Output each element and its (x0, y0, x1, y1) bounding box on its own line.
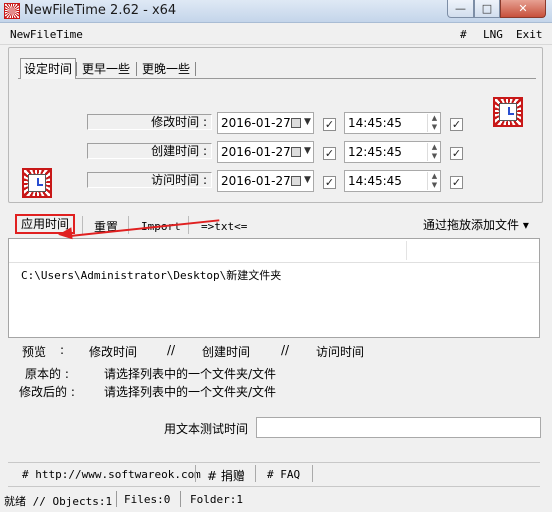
toolbar-separator (128, 216, 129, 234)
accessed-time-checkbox[interactable]: ✓ (450, 176, 463, 189)
clock-icon-right[interactable] (493, 97, 523, 127)
time-spinner[interactable]: ▲ ▼ (427, 114, 441, 132)
original-value: 请选择列表中的一个文件夹/文件 (104, 367, 277, 381)
original-label: 原本的 : (25, 367, 69, 381)
close-button[interactable]: ✕ (500, 0, 546, 18)
text-test-label: 用文本测试时间 (164, 422, 249, 436)
tab-separator (195, 62, 196, 76)
modified-date-checkbox[interactable]: ✓ (323, 118, 336, 131)
accessed-date-value: 2016-01-27 (221, 174, 291, 188)
faq-link[interactable]: # FAQ (267, 468, 300, 481)
created-time-label: 创建时间 : (87, 143, 212, 159)
link-separator (312, 465, 313, 482)
modified-date-value: 2016-01-27 (221, 116, 291, 130)
minimize-button[interactable]: — (447, 0, 474, 18)
clock-hand (508, 113, 514, 115)
menu-hash[interactable]: # (460, 28, 467, 41)
status-files: Files:0 (124, 493, 171, 506)
modified-preview-label: 修改后的 : (19, 385, 75, 399)
clock-hand (37, 184, 43, 186)
created-date-picker[interactable]: 2016-01-27 ▼ (217, 141, 314, 163)
list-header (9, 239, 539, 263)
accessed-date-checkbox[interactable]: ✓ (323, 176, 336, 189)
tab-earlier[interactable]: 更早一些 (79, 60, 133, 78)
calendar-icon[interactable] (291, 118, 301, 128)
accessed-time-label: 访问时间 : (87, 172, 212, 188)
time-spinner[interactable]: ▲ ▼ (427, 143, 441, 161)
text-test-input[interactable] (256, 417, 541, 438)
list-item[interactable]: C:\Users\Administrator\Desktop\新建文件夹 (21, 267, 281, 283)
file-list[interactable]: C:\Users\Administrator\Desktop\新建文件夹 (8, 238, 540, 338)
clock-face (499, 103, 517, 121)
modified-time-label: 修改时间 : (87, 114, 212, 130)
link-separator (255, 465, 256, 482)
menu-bar: NewFileTime # LNG Exit (0, 24, 552, 45)
chevron-down-icon[interactable]: ▼ (304, 175, 311, 185)
tab-set-time[interactable]: 设定时间 (20, 58, 77, 79)
annotation-arrow-head (57, 227, 73, 241)
preview-accessed-header: 访问时间 (316, 345, 365, 359)
modified-preview-value: 请选择列表中的一个文件夹/文件 (104, 385, 277, 399)
tab-divider (18, 78, 536, 79)
tab-later[interactable]: 更晚一些 (139, 60, 193, 78)
header-separator (406, 241, 407, 260)
menu-language[interactable]: LNG (483, 28, 503, 41)
website-link[interactable]: # http://www.softwareok.com (22, 468, 201, 481)
preview-created-header: 创建时间 (202, 345, 251, 359)
created-date-checkbox[interactable]: ✓ (323, 147, 336, 160)
created-time-checkbox[interactable]: ✓ (450, 147, 463, 160)
preview-modified-header: 修改时间 (89, 345, 138, 359)
modified-time-picker[interactable]: 14:45:45 ▲ ▼ (344, 112, 441, 134)
status-separator (116, 491, 117, 507)
created-time-value: 12:45:45 (348, 145, 402, 159)
accessed-time-value: 14:45:45 (348, 174, 402, 188)
maximize-button[interactable]: □ (474, 0, 500, 18)
modified-time-checkbox[interactable]: ✓ (450, 118, 463, 131)
calendar-icon[interactable] (291, 176, 301, 186)
status-text: 就绪 // Objects:1 (4, 495, 113, 508)
tab-separator (76, 62, 77, 76)
created-time-picker[interactable]: 12:45:45 ▲ ▼ (344, 141, 441, 163)
drag-add-files-dropdown[interactable]: 通过拖放添加文件 ▾ (423, 216, 529, 233)
toolbar-separator (82, 216, 83, 234)
clock-face (28, 174, 46, 192)
calendar-icon[interactable] (291, 147, 301, 157)
preview-colon: : (60, 343, 65, 357)
modified-time-value: 14:45:45 (348, 116, 402, 130)
app-clock-icon (4, 3, 20, 19)
status-folder: Folder:1 (190, 493, 243, 506)
chevron-down-icon[interactable]: ▼ (304, 146, 311, 156)
toolbar-separator (188, 216, 189, 234)
menu-exit[interactable]: Exit (516, 28, 543, 41)
donate-link[interactable]: # 捐赠 (207, 467, 245, 484)
created-date-value: 2016-01-27 (221, 145, 291, 159)
chevron-down-icon[interactable]: ▼ (304, 117, 311, 127)
time-spinner[interactable]: ▲ ▼ (427, 172, 441, 190)
window-title: NewFileTime 2.62 - x64 (24, 3, 177, 18)
tab-separator (136, 62, 137, 76)
preview-separator: // (167, 343, 176, 357)
modified-date-picker[interactable]: 2016-01-27 ▼ (217, 112, 314, 134)
preview-separator: // (281, 343, 290, 357)
preview-label: 预览 (22, 345, 47, 359)
accessed-time-picker[interactable]: 14:45:45 ▲ ▼ (344, 170, 441, 192)
menu-app-name[interactable]: NewFileTime (10, 28, 83, 41)
status-separator (180, 491, 181, 507)
clock-icon-left[interactable] (22, 168, 52, 198)
accessed-date-picker[interactable]: 2016-01-27 ▼ (217, 170, 314, 192)
link-separator (195, 465, 196, 482)
